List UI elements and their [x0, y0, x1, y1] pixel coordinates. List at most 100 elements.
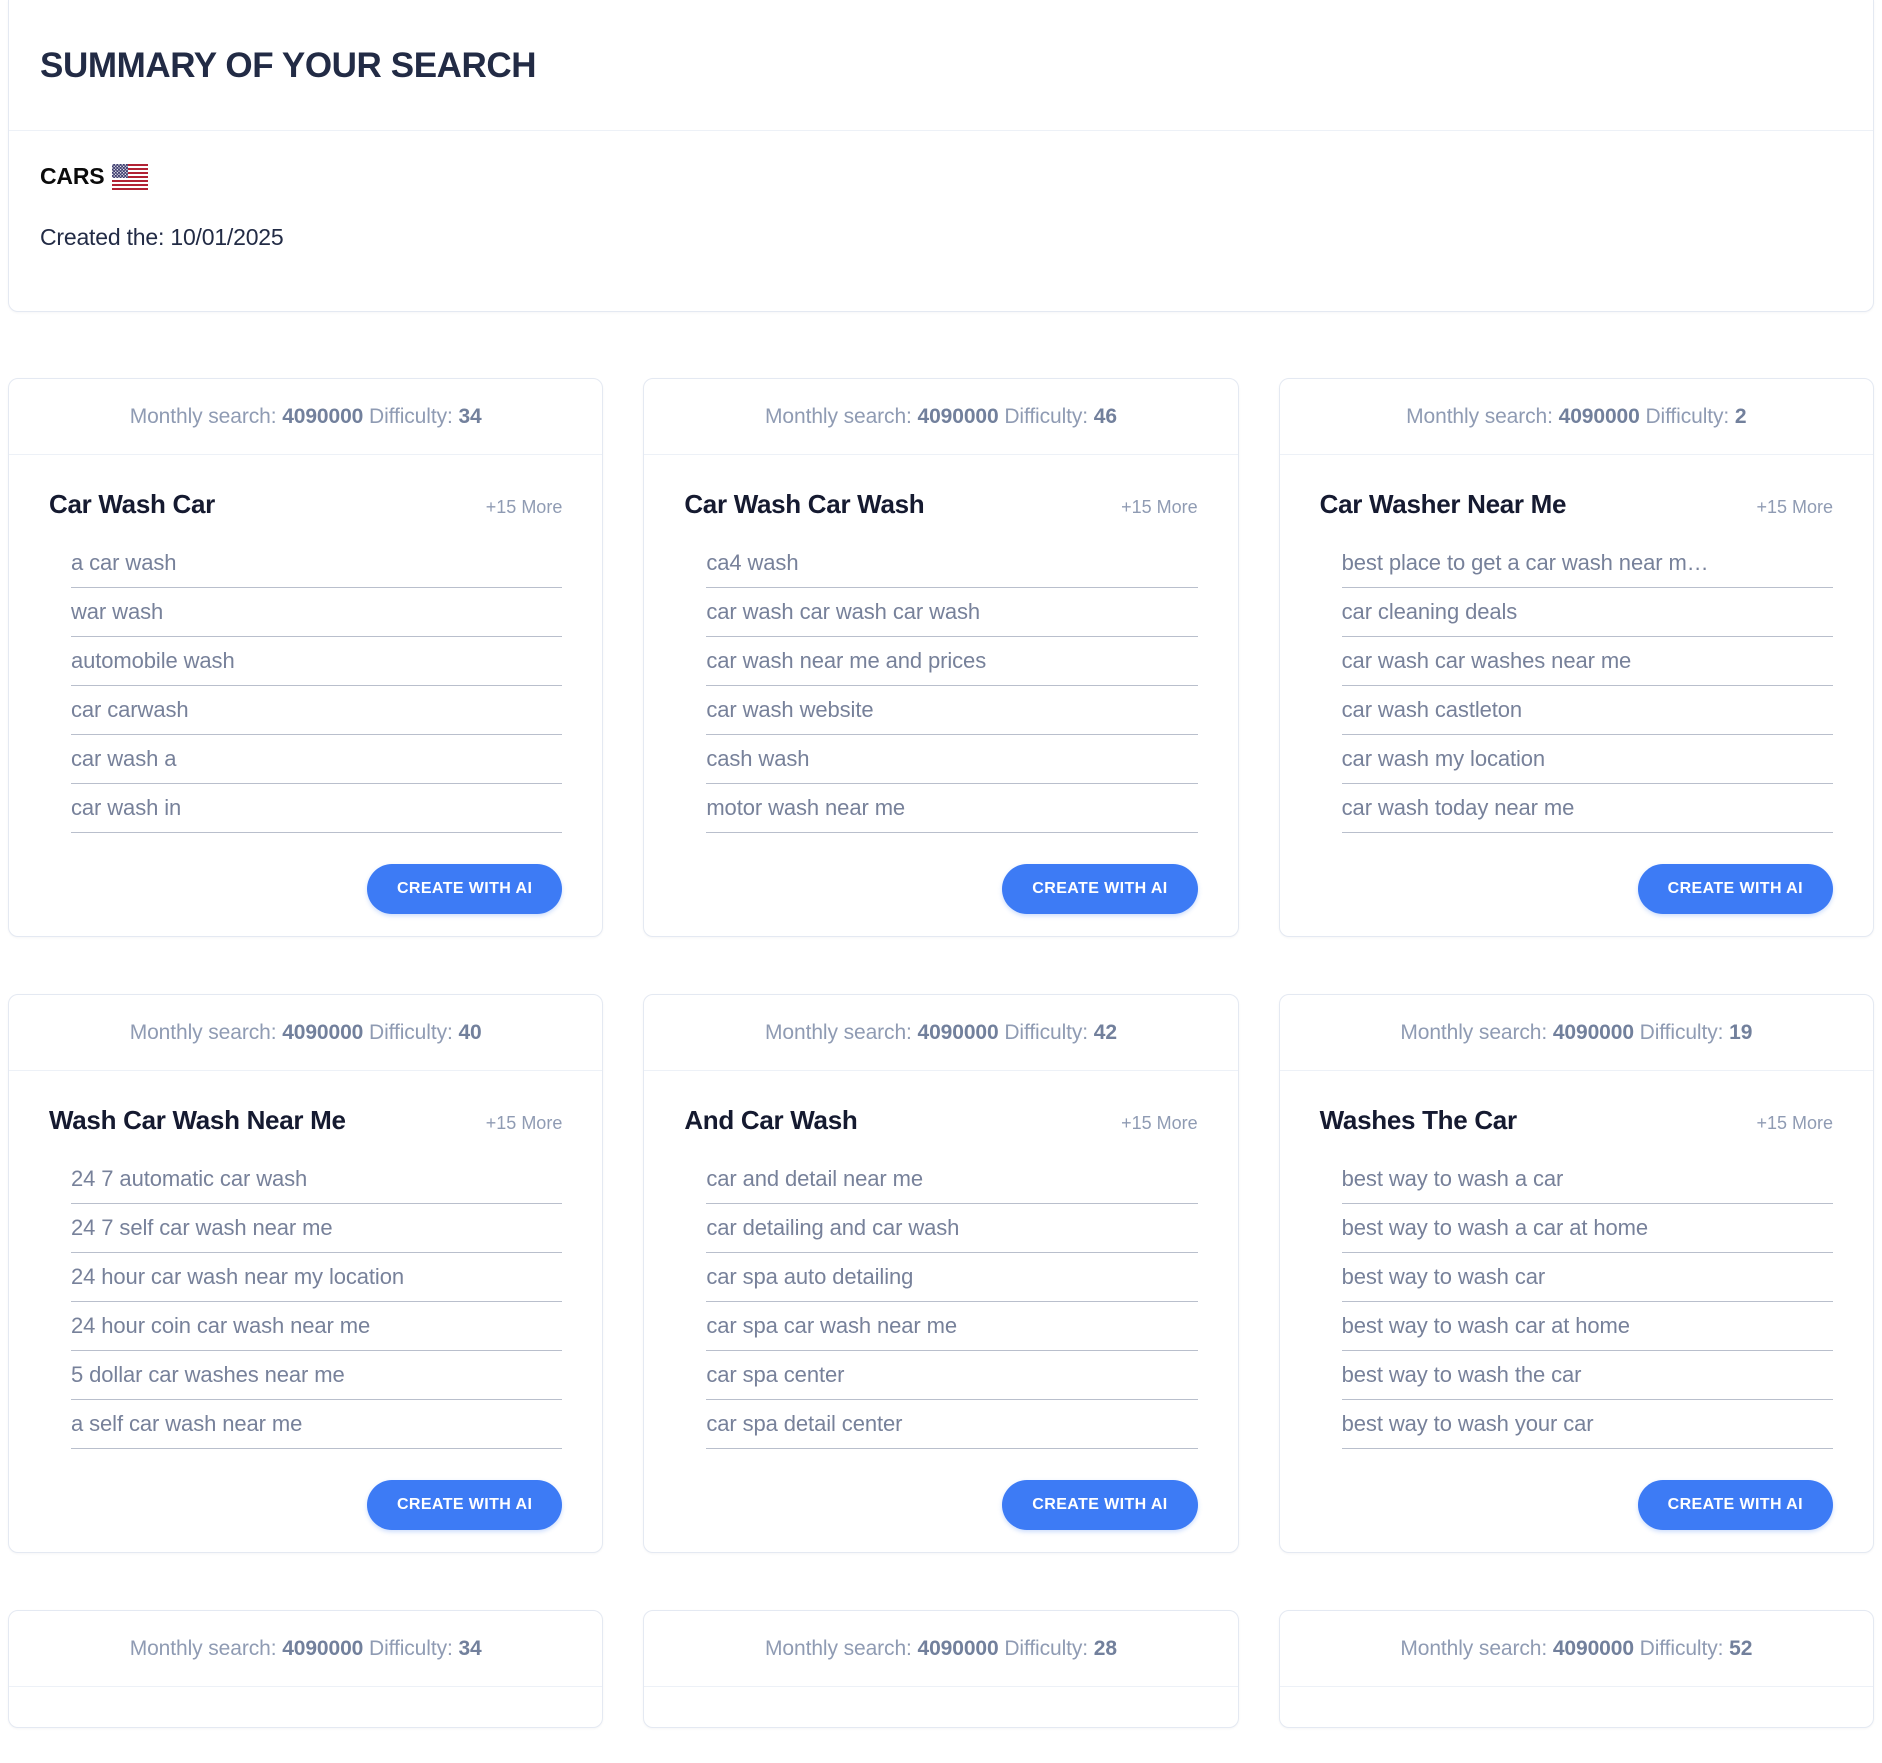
- keyword-card-body: Car Wash Car Wash +15 More ca4 wash car was…: [644, 455, 1237, 936]
- keyword-list-item[interactable]: cash wash: [706, 746, 1198, 785]
- difficulty-value: 2: [1734, 405, 1747, 428]
- create-with-ai-button[interactable]: CREATE WITH AI: [366, 864, 563, 915]
- keyword-metrics: Monthly search: 4090000 Difficulty: 34: [31, 405, 580, 429]
- more-keywords-link[interactable]: +15 More: [1121, 497, 1198, 518]
- keyword-card: Monthly search: 4090000 Difficulty: 42 An…: [643, 994, 1239, 1554]
- keyword-title-row: Car Wash Car Wash +15 More: [684, 489, 1197, 520]
- keyword-list-item[interactable]: car wash near me and prices: [706, 648, 1198, 687]
- create-with-ai-button[interactable]: CREATE WITH AI: [1002, 1480, 1198, 1531]
- keyword-list-item[interactable]: best way to wash your car: [1341, 1411, 1833, 1450]
- created-date: Created the: 10/01/2025: [40, 224, 284, 250]
- keyword-list-item[interactable]: best way to wash the car: [1341, 1362, 1833, 1401]
- keyword-list-item[interactable]: car wash website: [706, 697, 1198, 736]
- keyword-list-item[interactable]: car wash my location: [1341, 746, 1833, 785]
- monthly-search-value: 4090000: [282, 1637, 364, 1661]
- create-with-ai-button[interactable]: CREATE WITH AI: [1002, 864, 1198, 915]
- difficulty-value: 34: [458, 405, 482, 428]
- keyword-list-item[interactable]: war wash: [71, 599, 563, 638]
- keyword-list-item[interactable]: best place to get a car wash near m…: [1341, 550, 1833, 589]
- keyword-list-item[interactable]: 24 hour coin car wash near me: [71, 1313, 563, 1352]
- search-summary-panel: SUMMARY OF YOUR SEARCH CARS Created the:…: [8, 0, 1874, 312]
- keyword-metrics: Monthly search: 4090000 Difficulty: 46: [666, 405, 1215, 429]
- keyword-list-item[interactable]: 24 7 self car wash near me: [71, 1215, 563, 1254]
- difficulty-value: 19: [1729, 1021, 1753, 1045]
- keyword-title: Car Wash Car: [49, 489, 215, 519]
- keyword-card: Monthly search: 4090000 Difficulty: 34: [8, 1610, 604, 1729]
- monthly-search-label: Monthly search:: [129, 1637, 277, 1661]
- keyword-metrics: Monthly search: 4090000 Difficulty: 2: [1302, 405, 1851, 429]
- keyword-card-header: Monthly search: 4090000 Difficulty: 28: [644, 1611, 1238, 1688]
- keyword-title: Car Wash Car Wash: [684, 489, 925, 519]
- more-keywords-link[interactable]: +15 More: [1756, 497, 1833, 518]
- keyword-list-item[interactable]: car spa car wash near me: [706, 1313, 1198, 1352]
- keyword-list-item[interactable]: car wash in: [71, 795, 563, 834]
- keyword-metrics: Monthly search: 4090000 Difficulty: 34: [31, 1637, 580, 1661]
- keyword-card-actions: CREATE WITH AI: [684, 1480, 1198, 1531]
- keyword-title: Wash Car Wash Near Me: [49, 1105, 346, 1136]
- keyword-list-item[interactable]: ca4 wash: [706, 550, 1198, 589]
- keyword-list-item[interactable]: car and detail near me: [706, 1166, 1198, 1205]
- keyword-list-item[interactable]: automobile wash: [71, 648, 563, 687]
- keyword-card-header: Monthly search: 4090000 Difficulty: 19: [1279, 995, 1873, 1072]
- monthly-search-label: Monthly search:: [129, 405, 277, 428]
- keyword-card-body: And Car Wash +15 More car and detail near …: [644, 1071, 1237, 1552]
- summary-title-row: SUMMARY OF YOUR SEARCH: [9, 0, 1873, 131]
- keyword-list-item[interactable]: car spa center: [706, 1362, 1198, 1401]
- keyword-list-item[interactable]: car detailing and car wash: [706, 1215, 1198, 1254]
- more-keywords-link[interactable]: +15 More: [486, 1113, 563, 1134]
- more-keywords-link[interactable]: +15 More: [1756, 1113, 1833, 1134]
- keyword-list-item[interactable]: car spa detail center: [706, 1411, 1198, 1450]
- keyword-card-body: [644, 1687, 1237, 1727]
- difficulty-value: 34: [458, 1637, 482, 1661]
- keyword-card-header: Monthly search: 4090000 Difficulty: 40: [9, 995, 603, 1072]
- keyword-list-item[interactable]: best way to wash car: [1341, 1264, 1833, 1303]
- keyword-list-item[interactable]: 5 dollar car washes near me: [71, 1362, 563, 1401]
- keyword-card-body: [1280, 1687, 1873, 1727]
- create-with-ai-button[interactable]: CREATE WITH AI: [366, 1480, 563, 1531]
- keyword-card-actions: CREATE WITH AI: [49, 1480, 563, 1531]
- more-keywords-link[interactable]: +15 More: [1121, 1113, 1198, 1134]
- keyword-list-item[interactable]: car wash today near me: [1341, 795, 1833, 834]
- keyword-metrics: Monthly search: 4090000 Difficulty: 40: [31, 1021, 580, 1045]
- difficulty-label: Difficulty:: [369, 1021, 453, 1045]
- difficulty-label: Difficulty:: [1004, 1021, 1089, 1045]
- keyword-list-item[interactable]: car wash castleton: [1341, 697, 1833, 736]
- keyword-list-item[interactable]: car wash a: [71, 746, 563, 785]
- keyword-list-item[interactable]: best way to wash a car at home: [1341, 1215, 1833, 1254]
- keyword-card-body: [9, 1687, 602, 1727]
- monthly-search-label: Monthly search:: [129, 1021, 277, 1045]
- keyword-list-item[interactable]: best way to wash car at home: [1341, 1313, 1833, 1352]
- difficulty-label: Difficulty:: [369, 1637, 453, 1661]
- keyword-card-actions: CREATE WITH AI: [684, 864, 1198, 915]
- monthly-search-label: Monthly search:: [1406, 405, 1553, 428]
- keyword-list-item[interactable]: car carwash: [71, 697, 563, 736]
- keyword-list-item[interactable]: car wash car wash car wash: [706, 599, 1198, 638]
- keyword-card-header: Monthly search: 4090000 Difficulty: 52: [1279, 1611, 1873, 1688]
- keyword-list-item[interactable]: car cleaning deals: [1341, 599, 1833, 638]
- keyword-list-item[interactable]: 24 hour car wash near my location: [71, 1264, 563, 1303]
- keyword-list-item[interactable]: car wash car washes near me: [1341, 648, 1833, 687]
- summary-details: CARS Created the: 10/01/2025: [9, 131, 1873, 311]
- monthly-search-label: Monthly search:: [765, 1637, 912, 1661]
- keyword-list-item[interactable]: a self car wash near me: [71, 1411, 563, 1450]
- monthly-search-value: 4090000: [1558, 405, 1640, 428]
- keyword-metrics: Monthly search: 4090000 Difficulty: 28: [666, 1637, 1215, 1661]
- keyword-list-item[interactable]: motor wash near me: [706, 795, 1198, 834]
- keyword-title: Car Washer Near Me: [1319, 489, 1567, 519]
- keyword-card-body: Car Washer Near Me +15 More best place to …: [1280, 455, 1873, 936]
- keyword-card: Monthly search: 4090000 Difficulty: 40 Wa…: [8, 994, 604, 1554]
- monthly-search-value: 4090000: [917, 405, 999, 428]
- keyword-list-item[interactable]: best way to wash a car: [1341, 1166, 1833, 1205]
- difficulty-value: 52: [1729, 1637, 1753, 1661]
- create-with-ai-button[interactable]: CREATE WITH AI: [1637, 864, 1833, 915]
- difficulty-label: Difficulty:: [1004, 405, 1089, 428]
- keyword-list-item[interactable]: a car wash: [71, 550, 563, 589]
- monthly-search-value: 4090000: [282, 1021, 364, 1045]
- keyword-list-item[interactable]: car spa auto detailing: [706, 1264, 1198, 1303]
- keyword-card-header: Monthly search: 4090000 Difficulty: 46: [644, 379, 1238, 455]
- keyword-list-item[interactable]: 24 7 automatic car wash: [71, 1166, 563, 1205]
- monthly-search-value: 4090000: [917, 1021, 999, 1045]
- keyword-title: And Car Wash: [684, 1105, 858, 1136]
- more-keywords-link[interactable]: +15 More: [486, 497, 563, 518]
- create-with-ai-button[interactable]: CREATE WITH AI: [1637, 1480, 1833, 1531]
